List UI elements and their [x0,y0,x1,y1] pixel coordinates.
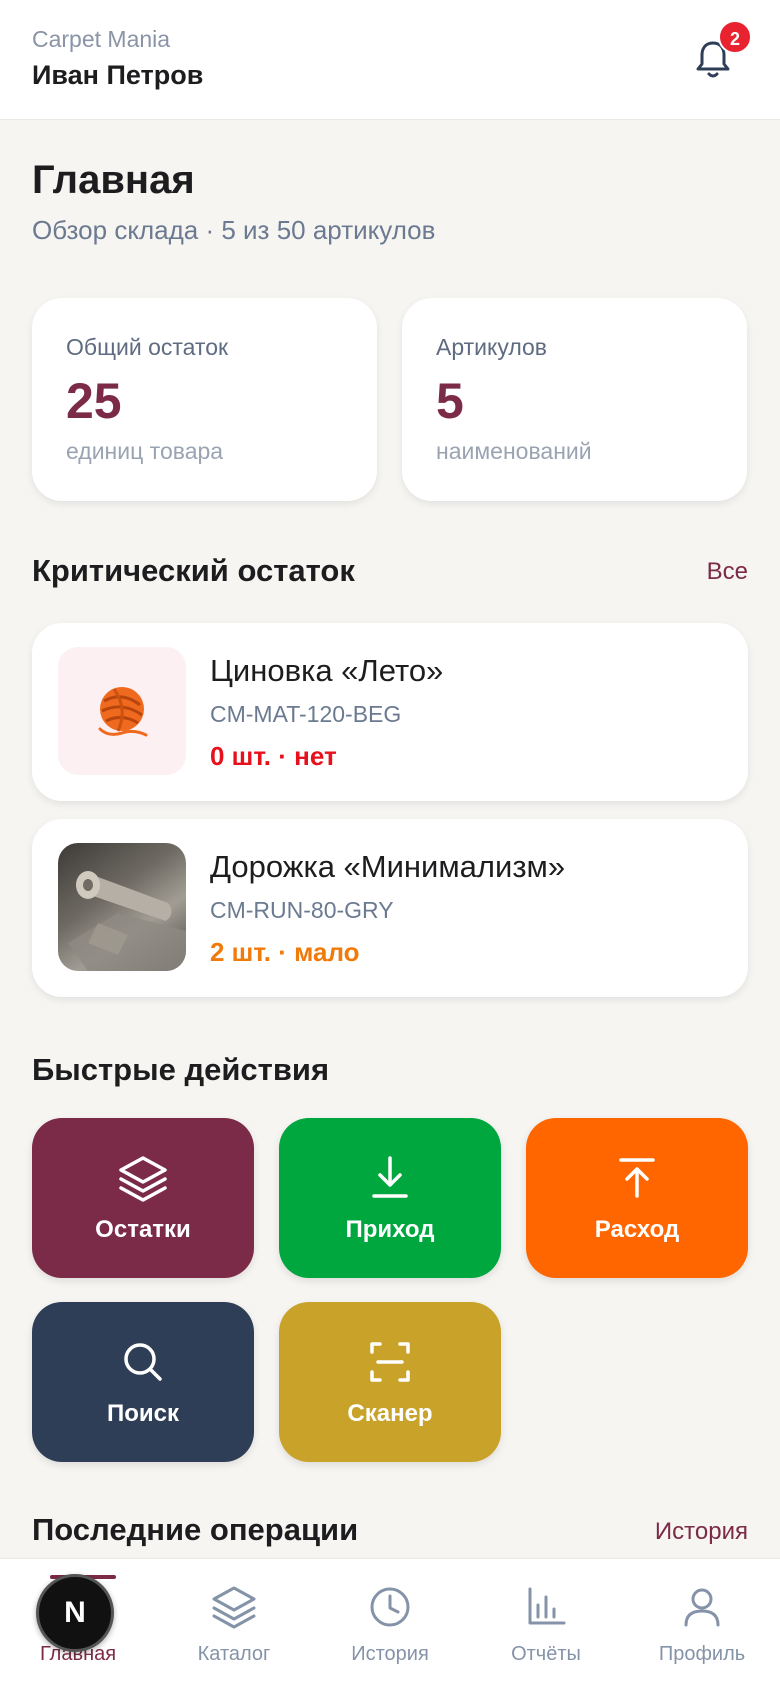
upload-icon [619,1158,655,1198]
notification-badge: 2 [718,20,752,54]
item-name: Циновка «Лето» [210,653,444,688]
app-header: Carpet Mania Иван Петров 2 [0,0,780,120]
stat-card-total-stock: Общий остаток 25 единиц товара [32,298,377,501]
item-sku: CM-MAT-120-BEG [210,701,402,727]
yarn-ball-icon [98,687,148,737]
quick-action-stock[interactable]: Остатки [32,1118,254,1278]
stat-value: 25 [66,373,122,429]
page-title: Главная [32,158,195,202]
item-stock-status: 0 шт. · нет [210,741,337,771]
quick-action-label: Расход [594,1216,680,1243]
nav-label: Каталог [197,1643,271,1665]
nav-reports[interactable]: Отчёты [468,1559,624,1688]
rug-photo [58,843,186,971]
user-icon [684,1588,720,1627]
quick-action-label: Остатки [95,1216,191,1243]
quick-action-scanner[interactable]: Сканер [279,1302,501,1462]
bottom-navigation: Главная Каталог История Отчёты Профиль [0,1558,780,1688]
recent-section-title: Последние операции [32,1512,359,1547]
history-link[interactable]: История [655,1518,748,1546]
stat-label: Общий остаток [66,334,229,360]
nav-profile[interactable]: Профиль [624,1559,780,1688]
layers-icon [119,1156,167,1202]
nav-history[interactable]: История [312,1559,468,1688]
stat-note: наименований [436,438,592,464]
nav-label: Отчёты [511,1643,581,1665]
rug-roll-image [68,871,186,971]
app-root: Carpet Mania Иван Петров 2 Главная Обзор… [0,0,780,1688]
item-thumbnail [58,647,186,775]
layers-icon [212,1586,256,1629]
dev-overlay-button[interactable]: N [36,1574,114,1652]
item-name: Дорожка «Минимализм» [210,849,566,884]
critical-item-card[interactable]: Дорожка «Минимализм» CM-RUN-80-GRY 2 шт.… [32,819,748,997]
stat-note: единиц товара [66,438,224,464]
item-sku: CM-RUN-80-GRY [210,897,394,923]
download-icon [372,1156,408,1198]
nav-label: История [351,1643,429,1665]
quick-action-search[interactable]: Поиск [32,1302,254,1462]
nav-label: Профиль [658,1643,746,1665]
critical-section-title: Критический остаток [32,553,355,588]
search-icon [124,1343,162,1381]
scan-icon [370,1342,410,1382]
stat-label: Артикулов [436,334,548,360]
clock-icon [370,1587,410,1627]
quick-action-label: Сканер [347,1400,433,1427]
critical-item-card[interactable]: Циновка «Лето» CM-MAT-120-BEG 0 шт. · не… [32,623,748,801]
quick-action-label: Приход [345,1216,435,1243]
quick-action-label: Поиск [106,1400,180,1427]
brand-name: Carpet Mania [32,26,171,52]
bar-chart-icon [528,1587,566,1625]
quick-actions-title: Быстрые действия [32,1052,330,1087]
critical-all-link[interactable]: Все [707,558,748,586]
item-stock-status: 2 шт. · мало [210,937,360,967]
quick-action-incoming[interactable]: Приход [279,1118,501,1278]
nav-catalog[interactable]: Каталог [156,1559,312,1688]
quick-action-outgoing[interactable]: Расход [526,1118,748,1278]
page-subtitle: Обзор склада · 5 из 50 артикулов [32,215,436,245]
user-name: Иван Петров [32,60,204,90]
stat-card-sku-count: Артикулов 5 наименований [402,298,747,501]
stat-value: 5 [436,373,464,429]
